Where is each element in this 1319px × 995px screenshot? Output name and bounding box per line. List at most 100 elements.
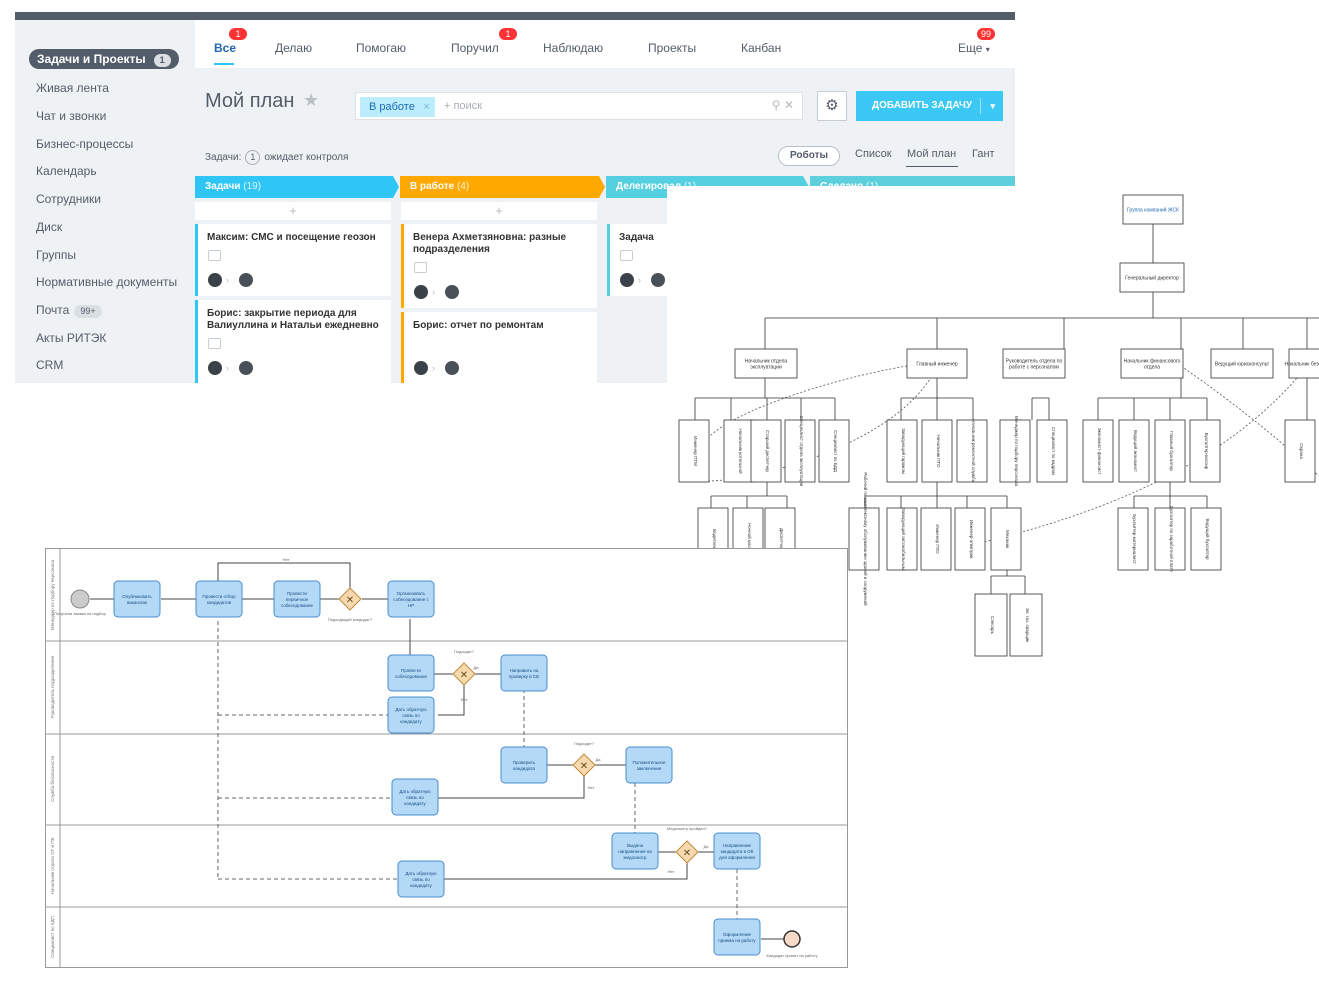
calendar-icon[interactable] bbox=[208, 338, 221, 349]
clear-icon[interactable]: ✕ bbox=[784, 98, 794, 112]
flow-label: Да bbox=[704, 844, 710, 849]
task-card[interactable]: Максим: СМС и посещение геозон › bbox=[195, 224, 391, 296]
arrow-right-icon: › bbox=[638, 275, 641, 285]
column-in-progress[interactable]: В работе (4) bbox=[400, 176, 469, 198]
event-label: Получена заявка на подбор bbox=[54, 611, 106, 616]
page-title: Мой план bbox=[205, 90, 295, 112]
bpmn-task-label: приема на работу bbox=[718, 938, 756, 943]
tab-doing[interactable]: Делаю bbox=[275, 40, 312, 56]
filter-chip[interactable]: В работе × bbox=[360, 97, 435, 117]
avatar[interactable] bbox=[651, 273, 665, 287]
column-tasks[interactable]: Задачи (19) bbox=[195, 176, 261, 198]
star-icon[interactable]: ★ bbox=[303, 90, 319, 111]
task-card[interactable]: Борис: закрытие периода для Валиуллина и… bbox=[195, 300, 391, 383]
org-position-label: Ведущий экономист bbox=[1133, 430, 1139, 472]
sidebar-item-feed[interactable]: Живая лента bbox=[36, 80, 109, 96]
sidebar-item-tasks[interactable]: Задачи и Проекты 1 bbox=[29, 49, 179, 69]
sidebar-item-disk[interactable]: Диск bbox=[36, 219, 62, 235]
bpmn-task bbox=[387, 654, 435, 692]
filter-search[interactable]: В работе × + поиск ⚲ ✕ bbox=[355, 92, 803, 120]
task-card[interactable]: Борис: отчет по ремонтам › bbox=[401, 312, 597, 383]
view-list[interactable]: Список bbox=[855, 148, 892, 160]
bpmn-svg: Менеджер по подбору персонала Руководител… bbox=[46, 549, 847, 967]
tab-all[interactable]: Все bbox=[214, 40, 236, 56]
sidebar-item-docs[interactable]: Нормативные документы bbox=[36, 274, 177, 290]
bpmn-task-label: собеседование с bbox=[393, 597, 429, 602]
task-card-title[interactable]: Венера Ахметзяновна: разные подразделени… bbox=[413, 232, 589, 256]
bpmn-task bbox=[500, 746, 548, 784]
bpmn-task-label: для оформления bbox=[719, 855, 755, 860]
arrow-right-icon: › bbox=[432, 363, 435, 373]
gear-icon[interactable]: ⚙ bbox=[817, 91, 847, 121]
task-card-title[interactable]: Борис: закрытие периода для Валиуллина и… bbox=[207, 308, 383, 332]
bpmn-task-label: Выдача bbox=[627, 843, 644, 848]
avatar[interactable] bbox=[445, 361, 459, 375]
avatar[interactable] bbox=[414, 285, 428, 299]
arrow-right-icon: › bbox=[226, 275, 229, 285]
bpmn-task-label: собеседование bbox=[281, 603, 313, 608]
tasks-suffix[interactable]: ожидает контроля bbox=[264, 152, 348, 163]
bpmn-task-label: связь по bbox=[402, 713, 420, 718]
bpmn-task-label: Направить на bbox=[510, 668, 539, 673]
tab-projects[interactable]: Проекты bbox=[648, 40, 696, 56]
sidebar-item-acts[interactable]: Акты РИТЭК bbox=[36, 330, 106, 346]
task-card[interactable]: Венера Ахметзяновна: разные подразделени… bbox=[401, 224, 597, 308]
sidebar-item-mail[interactable]: Почта 99+ bbox=[36, 302, 102, 318]
avatar[interactable] bbox=[208, 361, 222, 375]
calendar-icon[interactable] bbox=[620, 250, 633, 261]
avatar[interactable] bbox=[239, 273, 253, 287]
sidebar-item-label: Задачи и Проекты bbox=[37, 52, 146, 66]
robots-button[interactable]: Роботы bbox=[778, 146, 841, 166]
tab-more[interactable]: Еще ▾ bbox=[958, 40, 990, 56]
task-card-title[interactable]: Борис: отчет по ремонтам bbox=[413, 320, 589, 332]
sidebar-item-calendar[interactable]: Календарь bbox=[36, 163, 97, 179]
tab-kanban[interactable]: Канбан bbox=[741, 40, 781, 56]
bpmn-task-label: Организовать bbox=[397, 591, 426, 596]
tasks-prefix: Задачи: bbox=[205, 152, 242, 163]
bpmn-task-label: НР bbox=[408, 603, 414, 608]
sidebar-item-chat[interactable]: Чат и звонки bbox=[36, 108, 106, 124]
calendar-icon[interactable] bbox=[208, 250, 221, 261]
tasks-count[interactable]: 1 bbox=[245, 150, 261, 165]
chevron-down-icon[interactable]: ▾ bbox=[990, 91, 995, 121]
task-card-title[interactable]: Максим: СМС и посещение геозон bbox=[207, 232, 383, 244]
org-position-label: Начальник ПТО bbox=[936, 435, 941, 468]
close-icon: ✕ bbox=[580, 761, 588, 772]
search-icon[interactable]: ⚲ bbox=[772, 98, 781, 112]
add-card-button[interactable]: + bbox=[401, 202, 597, 220]
lane-label: Начальник отдела ОТ и ПБ bbox=[50, 838, 55, 895]
avatar[interactable] bbox=[208, 273, 222, 287]
bpmn-task-label: кандидату bbox=[400, 719, 422, 724]
avatar[interactable] bbox=[239, 361, 253, 375]
bpmn-task-label: заключение bbox=[637, 766, 662, 771]
sidebar-item-bizproc[interactable]: Бизнес-процессы bbox=[36, 136, 133, 152]
org-position-label: Бухгалтер-материалист bbox=[1132, 514, 1137, 564]
avatar[interactable] bbox=[620, 273, 634, 287]
org-position-label: Слесарь bbox=[990, 616, 995, 635]
sidebar-item-employees[interactable]: Сотрудники bbox=[36, 191, 101, 207]
sidebar-item-crm[interactable]: CRM bbox=[36, 357, 63, 373]
bpmn-lanes bbox=[46, 549, 847, 967]
search-input[interactable]: + поиск bbox=[444, 100, 482, 112]
bpmn-task-label: Проверить bbox=[513, 760, 536, 765]
view-gantt[interactable]: Гант bbox=[972, 148, 995, 160]
avatar[interactable] bbox=[445, 285, 459, 299]
add-task-button[interactable]: ДОБАВИТЬ ЗАДАЧУ ▾ bbox=[856, 91, 1003, 121]
avatar[interactable] bbox=[414, 361, 428, 375]
lane-labels: Менеджер по подбору персонала Руководител… bbox=[50, 559, 55, 957]
tab-helping[interactable]: Помогаю bbox=[356, 40, 406, 56]
org-position-label: Экономист-финансист bbox=[1097, 428, 1102, 475]
bpmn-task bbox=[195, 580, 243, 618]
org-position-label: Водители bbox=[712, 529, 717, 550]
tab-assigned[interactable]: Поручил bbox=[451, 40, 499, 56]
sidebar-item-groups[interactable]: Группы bbox=[36, 247, 76, 263]
close-icon[interactable]: × bbox=[423, 97, 429, 117]
view-my-plan[interactable]: Мой план bbox=[907, 148, 956, 160]
calendar-icon[interactable] bbox=[414, 262, 427, 273]
bpmn-task-label: Провести bbox=[287, 591, 307, 596]
arrow-right-icon: › bbox=[226, 363, 229, 373]
bpmn-task-label: Положительное bbox=[632, 760, 666, 765]
add-card-button[interactable]: + bbox=[195, 202, 391, 220]
bpmn-task-label: медосмотр bbox=[624, 855, 647, 860]
tab-watching[interactable]: Наблюдаю bbox=[543, 40, 603, 56]
